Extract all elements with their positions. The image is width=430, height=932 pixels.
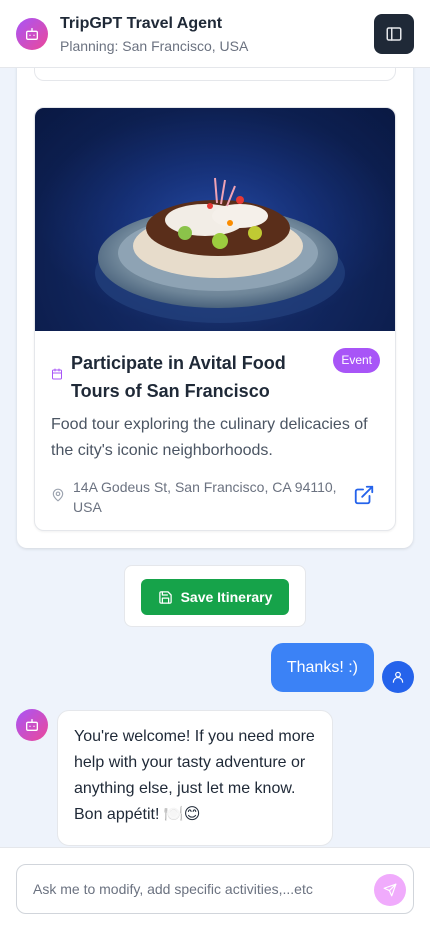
bot-icon xyxy=(16,18,48,50)
save-icon xyxy=(158,590,172,604)
save-itinerary-panel: Save Itinerary xyxy=(124,565,306,627)
app-title: TripGPT Travel Agent xyxy=(60,15,223,32)
app-header: TripGPT Travel Agent Planning: San Franc… xyxy=(0,0,430,68)
send-icon xyxy=(383,883,397,897)
activity-address: 14A Godeus St, San Francisco, CA 94110, … xyxy=(73,479,337,515)
activity-title: Participate in Avital Food Tours of San … xyxy=(71,353,286,401)
activity-description: Food tour exploring the culinary delicac… xyxy=(51,416,368,459)
activity-photo xyxy=(35,108,395,331)
calendar-icon xyxy=(52,368,62,380)
assistant-avatar-icon xyxy=(16,709,48,741)
trip-destination: Planning: San Francisco, USA xyxy=(60,38,249,54)
send-button[interactable] xyxy=(374,874,406,906)
save-itinerary-button[interactable]: Save Itinerary xyxy=(141,579,289,615)
activity-type-badge: Event xyxy=(333,348,380,373)
location-pin-icon xyxy=(52,488,64,502)
menu-button[interactable] xyxy=(374,14,414,54)
user-message: Thanks! :) xyxy=(270,643,374,692)
assistant-message: You're welcome! If you need more help wi… xyxy=(57,710,333,846)
menu-icon xyxy=(386,27,402,41)
save-itinerary-label: Save Itinerary xyxy=(180,589,273,605)
message-composer xyxy=(0,847,430,932)
activity-card: Participate in Avital Food Tours of San … xyxy=(34,107,396,531)
external-link-icon[interactable] xyxy=(353,484,375,506)
chat-input[interactable] xyxy=(16,864,414,914)
user-icon xyxy=(382,661,414,693)
